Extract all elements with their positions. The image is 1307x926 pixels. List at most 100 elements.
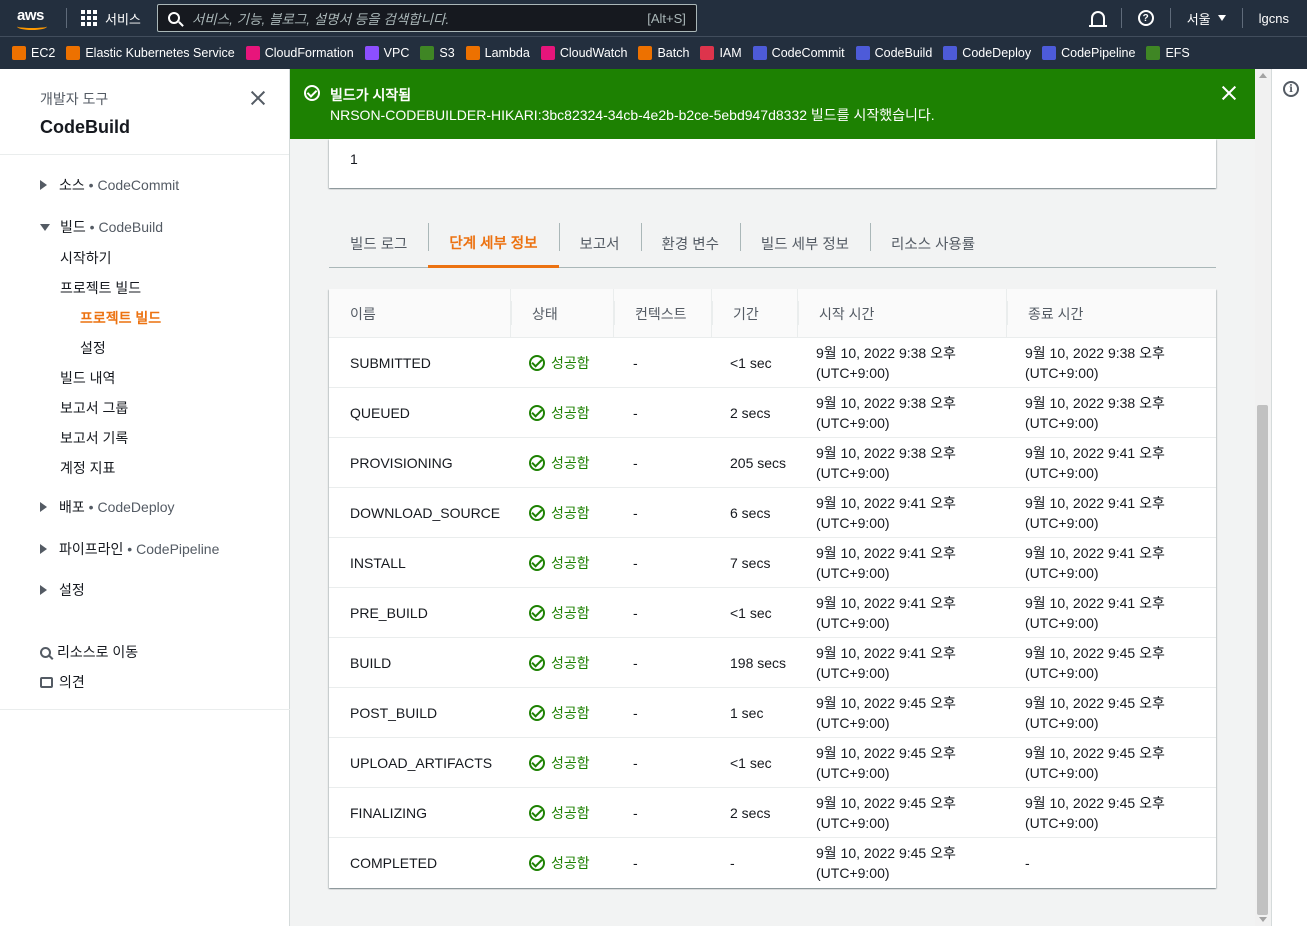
cell-status: 성공함 <box>529 638 590 688</box>
close-icon[interactable] <box>1221 85 1237 101</box>
cell-status: 성공함 <box>529 838 590 888</box>
favorite-s3[interactable]: S3 <box>420 46 455 60</box>
favorite-elastic-kubernetes-service[interactable]: Elastic Kubernetes Service <box>66 46 235 60</box>
favorite-cloudwatch[interactable]: CloudWatch <box>540 46 627 60</box>
favorite-vpc[interactable]: VPC <box>364 46 409 60</box>
name-text: QUEUED <box>350 405 410 421</box>
end-time: - <box>1025 853 1030 873</box>
favorite-label: CodeCommit <box>771 46 845 60</box>
scrollbar[interactable] <box>1255 69 1271 926</box>
start-timezone: (UTC+9:00) <box>816 365 890 381</box>
column-header-name[interactable]: 이름 <box>329 289 510 338</box>
flash-title: 빌드가 시작됨 <box>330 87 412 103</box>
success-check-icon <box>529 405 545 421</box>
go-to-resource-label: 리소스로 이동 <box>57 644 139 660</box>
go-to-resource-link[interactable]: 리소스로 이동 <box>40 642 138 662</box>
favorite-batch[interactable]: Batch <box>638 46 689 60</box>
sidebar-section-source[interactable]: 소스 • CodeCommit <box>40 175 179 195</box>
search-icon <box>40 646 51 658</box>
column-header-status[interactable]: 상태 <box>510 289 613 338</box>
cell-end: 9월 10, 2022 9:45 오후 (UTC+9:00) <box>1025 638 1165 688</box>
help-button[interactable]: ? <box>1122 8 1171 28</box>
aws-logo[interactable]: aws <box>16 4 52 32</box>
tab-bar: 빌드 로그 단계 세부 정보 보고서 환경 변수 빌드 세부 정보 리소스 사용률 <box>329 219 1216 268</box>
batch-icon <box>638 46 653 60</box>
end-time: 9월 10, 2022 9:41 오후 (UTC+9:00) <box>1025 493 1165 533</box>
tab-1[interactable]: 단계 세부 정보 <box>428 219 559 268</box>
scroll-down-arrow-icon[interactable] <box>1259 917 1267 922</box>
favorite-lambda[interactable]: Lambda <box>465 46 530 60</box>
sidebar-section-settings[interactable]: 설정 <box>40 580 85 600</box>
sidebar-section-deploy[interactable]: 배포 • CodeDeploy <box>40 497 175 517</box>
account-menu[interactable]: lgcns <box>1243 8 1307 28</box>
info-icon[interactable]: i <box>1283 81 1299 97</box>
sidebar-item-account-metrics[interactable]: 계정 지표 <box>60 458 115 478</box>
tab-2[interactable]: 보고서 <box>558 219 641 267</box>
sidebar-section-pipeline[interactable]: 파이프라인 • CodePipeline <box>40 539 219 559</box>
favorite-codebuild[interactable]: CodeBuild <box>855 46 933 60</box>
feedback-link[interactable]: 의견 <box>40 672 85 692</box>
favorite-efs[interactable]: EFS <box>1146 46 1190 60</box>
status-text: 성공함 <box>551 605 590 621</box>
notifications-button[interactable] <box>1075 8 1122 28</box>
cell-duration: <1 sec <box>730 738 800 788</box>
end-timezone: (UTC+9:00) <box>1025 715 1099 731</box>
cell-end: 9월 10, 2022 9:38 오후 (UTC+9:00) <box>1025 338 1165 388</box>
sidebar-item-build-projects-active[interactable]: 프로젝트 빌드 <box>80 308 161 328</box>
close-icon[interactable] <box>249 89 267 107</box>
region-selector[interactable]: 서울 <box>1171 8 1243 28</box>
favorite-label: CodeBuild <box>874 46 933 60</box>
cell-name: INSTALL <box>350 538 406 588</box>
column-header-context[interactable]: 컨텍스트 <box>613 289 711 338</box>
ec2-icon <box>12 46 26 60</box>
favorite-cloudformation[interactable]: CloudFormation <box>245 46 354 60</box>
favorite-iam[interactable]: IAM <box>700 46 742 60</box>
cell-start: 9월 10, 2022 9:41 오후 (UTC+9:00) <box>816 538 956 588</box>
favorite-codecommit[interactable]: CodeCommit <box>752 46 845 60</box>
favorite-codedeploy[interactable]: CodeDeploy <box>943 46 1031 60</box>
section-label: 배포 <box>59 499 85 515</box>
start-timezone: (UTC+9:00) <box>816 865 890 881</box>
caret-right-icon <box>40 585 47 595</box>
favorite-label: IAM <box>719 46 742 60</box>
sidebar-item-build-projects[interactable]: 프로젝트 빌드 <box>60 278 141 298</box>
end-datetime: 9월 10, 2022 9:45 오후 <box>1025 695 1165 711</box>
tab-0[interactable]: 빌드 로그 <box>329 219 428 267</box>
cell-end: - <box>1025 838 1030 888</box>
success-check-icon <box>529 805 545 821</box>
end-time: 9월 10, 2022 9:45 오후 (UTC+9:00) <box>1025 693 1165 733</box>
sidebar-item-report-history[interactable]: 보고서 기록 <box>60 428 128 448</box>
bell-icon <box>1088 11 1107 27</box>
favorite-codepipeline[interactable]: CodePipeline <box>1042 46 1135 60</box>
sidebar-item-build-history[interactable]: 빌드 내역 <box>60 368 115 388</box>
column-header-duration[interactable]: 기간 <box>711 289 797 338</box>
column-header-start-time[interactable]: 시작 시간 <box>797 289 1006 338</box>
end-time: 9월 10, 2022 9:41 오후 (UTC+9:00) <box>1025 593 1165 633</box>
sidebar-item-getting-started[interactable]: 시작하기 <box>60 248 112 268</box>
search-input[interactable]: 서비스, 기능, 블로그, 설명서 등을 검색합니다. [Alt+S] <box>156 4 697 32</box>
end-datetime: 9월 10, 2022 9:45 오후 <box>1025 645 1165 661</box>
scroll-up-arrow-icon[interactable] <box>1259 73 1267 78</box>
favorite-ec2[interactable]: EC2 <box>12 46 55 60</box>
column-header-end-time[interactable]: 종료 시간 <box>1006 289 1216 338</box>
search-icon <box>167 12 180 24</box>
tab-5[interactable]: 리소스 사용률 <box>870 219 996 267</box>
sidebar: 개발자 도구 CodeBuild 소스 • CodeCommit 빌드 • Co… <box>0 69 290 926</box>
sidebar-section-build[interactable]: 빌드 • CodeBuild <box>40 217 163 237</box>
favorite-label: CodePipeline <box>1061 46 1136 60</box>
caret-down-icon <box>1217 15 1226 21</box>
sidebar-item-report-groups[interactable]: 보고서 그룹 <box>60 398 128 418</box>
status-indicator: 성공함 <box>529 453 590 473</box>
cell-end: 9월 10, 2022 9:41 오후 (UTC+9:00) <box>1025 588 1165 638</box>
services-menu-button[interactable]: 서비스 <box>81 9 141 28</box>
end-timezone: (UTC+9:00) <box>1025 615 1099 631</box>
favorite-label: Batch <box>657 46 690 60</box>
account-label: lgcns <box>1258 10 1289 26</box>
tab-4[interactable]: 빌드 세부 정보 <box>739 219 870 267</box>
context-text: - <box>633 755 638 771</box>
tab-3[interactable]: 환경 변수 <box>640 219 740 267</box>
table-row: POST_BUILD 성공함 - 1 sec 9월 10, 2022 9:45 오후 (U… <box>329 688 1216 738</box>
sidebar-item-settings[interactable]: 설정 <box>80 338 106 358</box>
scrollbar-thumb[interactable] <box>1257 405 1268 915</box>
aws-logo-text: aws <box>17 7 44 24</box>
